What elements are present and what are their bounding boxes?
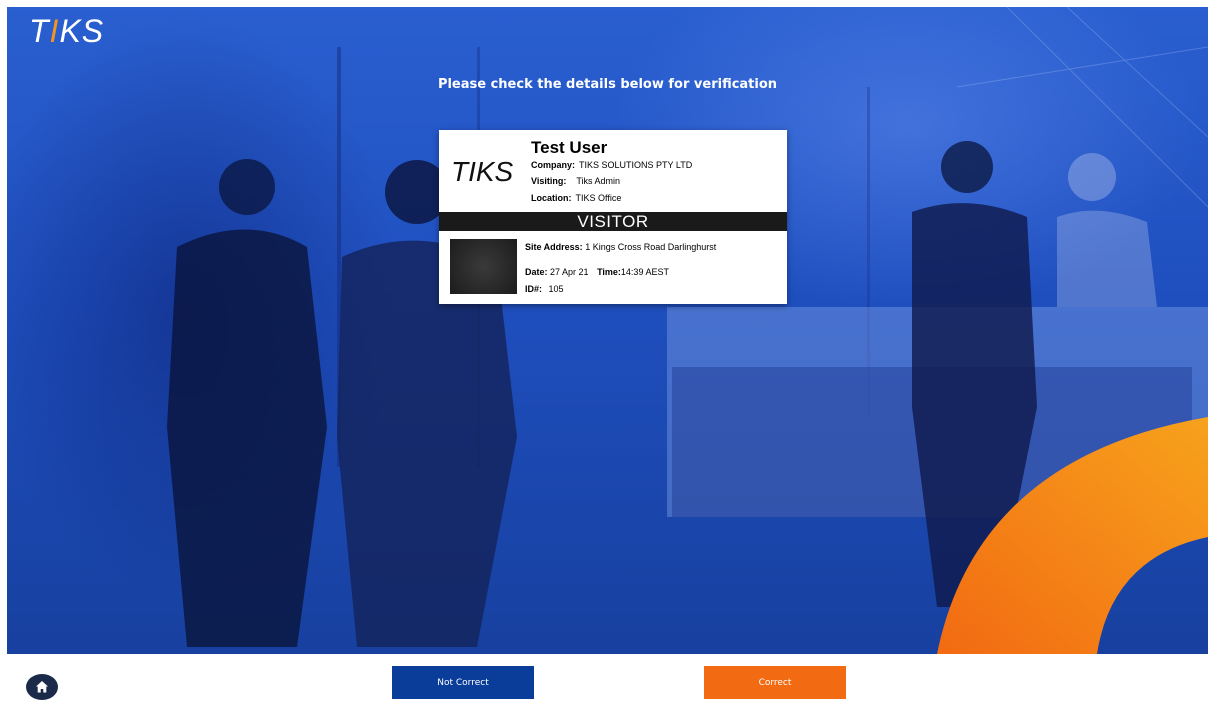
home-button[interactable]	[26, 674, 58, 700]
visiting-label: Visiting:	[531, 176, 567, 186]
id-value: 105	[548, 284, 564, 294]
company-label: Company:	[531, 160, 576, 170]
company-value: TIKS SOLUTIONS PTY LTD	[579, 160, 693, 170]
background-photo: TIKS Please check the details below for …	[7, 7, 1208, 654]
decorative-orange-arc	[937, 417, 1208, 654]
home-icon	[36, 681, 48, 693]
company-row: Company: TIKS SOLUTIONS PTY LTD	[531, 160, 692, 170]
not-correct-button[interactable]: Not Correct	[392, 666, 534, 699]
date-label: Date:	[525, 267, 548, 277]
badge-logo: TIKS	[451, 156, 514, 187]
visitor-photo	[450, 239, 517, 294]
id-label: ID#:	[525, 284, 543, 294]
site-address-row: Site Address: 1 Kings Cross Road Darling…	[525, 242, 716, 252]
site-address-label: Site Address:	[525, 242, 583, 252]
id-row: ID#: 105	[525, 284, 564, 294]
time-value: 14:39 AEST	[620, 267, 669, 277]
location-row: Location: TIKS Office	[531, 193, 621, 203]
site-address-value: 1 Kings Cross Road Darlinghurst	[585, 242, 717, 252]
tiks-logo: TIKS	[29, 13, 105, 49]
visitor-role-bar: VISITOR	[439, 212, 787, 231]
verification-instruction: Please check the details below for verif…	[437, 77, 778, 92]
visiting-row: Visiting: Tiks Admin	[531, 176, 620, 186]
correct-button[interactable]: Correct	[704, 666, 846, 699]
time-label: Time:	[597, 267, 621, 277]
footer-bar	[0, 654, 1208, 703]
visiting-value: Tiks Admin	[576, 176, 621, 186]
location-label: Location:	[531, 193, 572, 203]
date-value: 27 Apr 21	[550, 267, 589, 277]
visitor-name: Test User	[531, 138, 608, 157]
date-time-row: Date: 27 Apr 21 Time:14:39 AEST	[525, 267, 669, 277]
visitor-badge-preview: TIKS Test User Company: TIKS SOLUTIONS PT…	[439, 130, 787, 304]
location-value: TIKS Office	[575, 193, 622, 203]
